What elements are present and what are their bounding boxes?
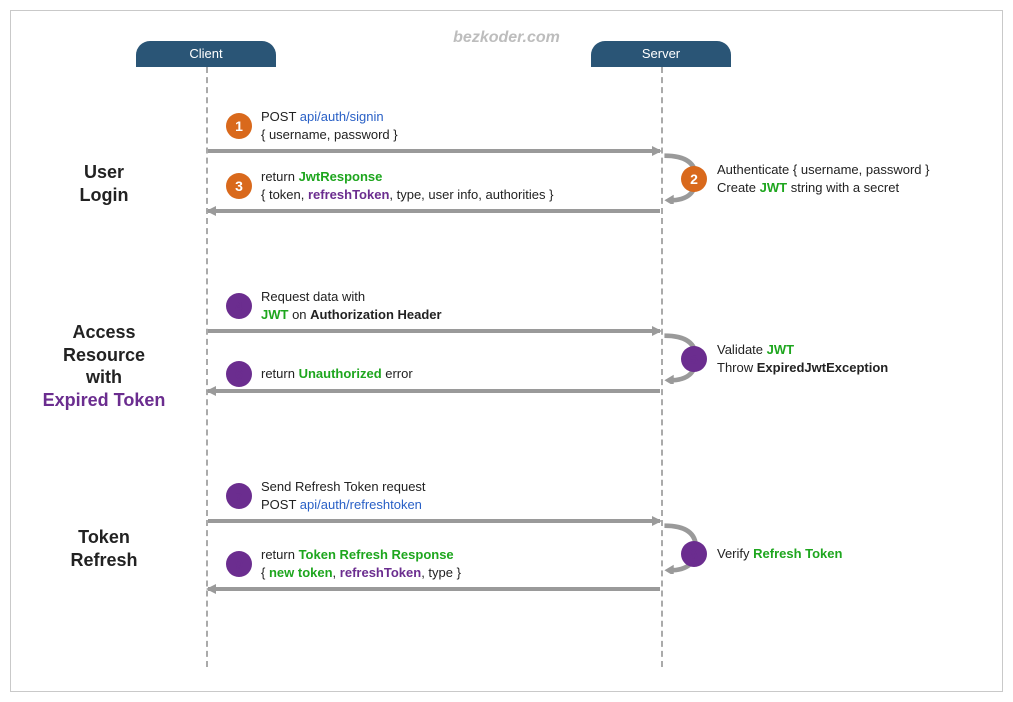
text: Authenticate { username, password } bbox=[717, 162, 929, 177]
text: return bbox=[261, 366, 299, 381]
phase-user-login: User Login bbox=[9, 161, 199, 206]
phase-access-resource: Access Resource with Expired Token bbox=[9, 321, 199, 411]
text: string with a secret bbox=[787, 180, 899, 195]
text: JWT bbox=[261, 307, 288, 322]
step-8-msg: Verify Refresh Token bbox=[717, 545, 997, 563]
arrow-step-9 bbox=[208, 587, 660, 591]
text: ExpiredJwtException bbox=[757, 360, 888, 375]
server-header: Server bbox=[591, 41, 731, 67]
step-8-badge: 8 bbox=[681, 541, 707, 567]
client-lifeline bbox=[206, 67, 208, 667]
text: Unauthorized bbox=[299, 366, 382, 381]
step-9-msg: return Token Refresh Response { new toke… bbox=[261, 546, 661, 582]
diagram-frame: bezkoder.com Client Server User Login Ac… bbox=[10, 10, 1003, 692]
text: Refresh Token bbox=[753, 546, 842, 561]
text: api/auth/refreshtoken bbox=[300, 497, 422, 512]
text: Send Refresh Token request bbox=[261, 479, 426, 494]
arrow-step-1 bbox=[208, 149, 660, 153]
text: , type } bbox=[421, 565, 461, 580]
step-7-badge: 7 bbox=[226, 483, 252, 509]
step-5-msg: Validate JWT Throw ExpiredJwtException bbox=[717, 341, 997, 377]
phase-text: with bbox=[86, 367, 122, 387]
text: JWT bbox=[767, 342, 794, 357]
step-6-badge: 6 bbox=[226, 361, 252, 387]
text: refreshToken bbox=[340, 565, 421, 580]
text: on bbox=[288, 307, 310, 322]
step-3-msg: return JwtResponse { token, refreshToken… bbox=[261, 168, 661, 204]
phase-text: Login bbox=[80, 185, 129, 205]
text: error bbox=[382, 366, 413, 381]
text: return bbox=[261, 169, 299, 184]
phase-text: Refresh bbox=[70, 550, 137, 570]
phase-text: User bbox=[84, 162, 124, 182]
step-1-badge: 1 bbox=[226, 113, 252, 139]
phase-text: Token bbox=[78, 527, 130, 547]
text: JWT bbox=[760, 180, 787, 195]
text: Authorization Header bbox=[310, 307, 441, 322]
step-7-msg: Send Refresh Token request POST api/auth… bbox=[261, 478, 661, 514]
arrow-step-7 bbox=[208, 519, 660, 523]
text: return bbox=[261, 547, 299, 562]
arrow-step-3 bbox=[208, 209, 660, 213]
text: POST bbox=[261, 497, 300, 512]
step-6-msg: return Unauthorized error bbox=[261, 365, 661, 383]
step-3-badge: 3 bbox=[226, 173, 252, 199]
phase-text: Expired Token bbox=[43, 390, 166, 410]
step-2-msg: Authenticate { username, password } Crea… bbox=[717, 161, 997, 197]
step-5-badge: 5 bbox=[681, 346, 707, 372]
text: Validate bbox=[717, 342, 767, 357]
text: Create bbox=[717, 180, 760, 195]
text: JwtResponse bbox=[299, 169, 383, 184]
phase-text: Resource bbox=[63, 345, 145, 365]
phase-token-refresh: Token Refresh bbox=[9, 526, 199, 571]
client-header: Client bbox=[136, 41, 276, 67]
text: Throw bbox=[717, 360, 757, 375]
step-4-badge: 4 bbox=[226, 293, 252, 319]
phase-text: Access bbox=[72, 322, 135, 342]
step-2-badge: 2 bbox=[681, 166, 707, 192]
text: Token Refresh Response bbox=[299, 547, 454, 562]
text: refreshToken bbox=[308, 187, 389, 202]
text: { bbox=[261, 565, 269, 580]
arrow-step-6 bbox=[208, 389, 660, 393]
arrow-step-4 bbox=[208, 329, 660, 333]
text: Verify bbox=[717, 546, 753, 561]
text: api/auth/signin bbox=[300, 109, 384, 124]
step-4-msg: Request data with JWT on Authorization H… bbox=[261, 288, 661, 324]
text: { token, bbox=[261, 187, 308, 202]
text: , bbox=[333, 565, 340, 580]
step-9-badge: 9 bbox=[226, 551, 252, 577]
text: { username, password } bbox=[261, 127, 398, 142]
step-1-msg: POST api/auth/signin { username, passwor… bbox=[261, 108, 661, 144]
text: , type, user info, authorities } bbox=[389, 187, 553, 202]
text: new token bbox=[269, 565, 333, 580]
text: Request data with bbox=[261, 289, 365, 304]
text: POST bbox=[261, 109, 300, 124]
